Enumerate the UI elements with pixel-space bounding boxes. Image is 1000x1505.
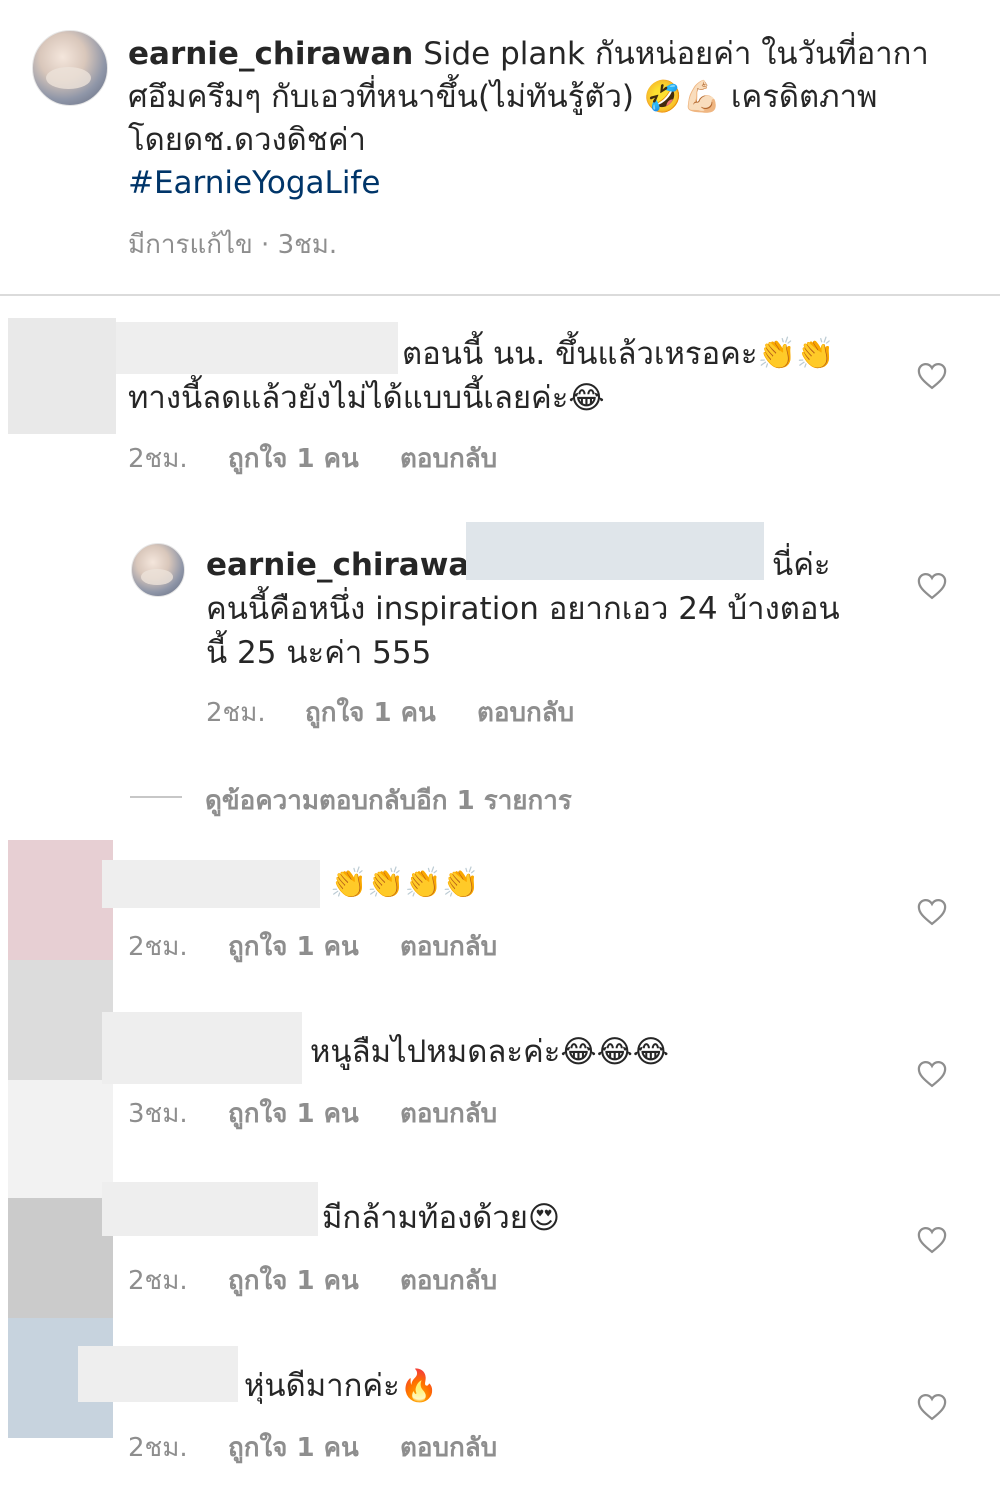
comment-6-heart-icon[interactable] (917, 1393, 947, 1421)
comment-5-line-1: มีกล้ามท้องด้วย😍 (322, 1200, 561, 1236)
reply-username[interactable]: earnie_chirawan (206, 543, 491, 587)
view-replies-button[interactable]: ดูข้อความตอบกลับอีก 1 รายการ (205, 780, 572, 821)
comment-3-reply-button[interactable]: ตอบกลับ (400, 926, 497, 967)
comment-1-time: 2ชม. (128, 444, 188, 474)
comment-4-avatar-redacted (8, 960, 113, 1080)
comment-5-username-redacted (102, 1182, 318, 1236)
comment-3-avatar-redacted (8, 840, 113, 960)
comment-3-heart-icon[interactable] (917, 898, 947, 926)
comment-1-username-redacted (116, 322, 398, 374)
comment-1-reply-button[interactable]: ตอบกลับ (400, 438, 497, 479)
comment-4-reply-button[interactable]: ตอบกลับ (400, 1093, 497, 1134)
reply-heart-icon[interactable] (917, 572, 947, 600)
comment-6-line-1: หุ่นดีมากค่ะ🔥 (244, 1368, 439, 1404)
comment-5-avatar-redacted (8, 1198, 113, 1318)
comment-6-likes[interactable]: ถูกใจ 1 คน (228, 1427, 359, 1468)
caption-line-2: ศอึมครึมๆ กับเอวที่หนาขึ้น(ไม่ทันรู้ตัว)… (128, 79, 878, 115)
comment-6-username-redacted (78, 1346, 238, 1402)
caption-line-3: โดยดช.ดวงดิชค่า (128, 122, 366, 158)
reply-line-1-suffix: นี่ค่ะ (772, 547, 831, 583)
reply-avatar[interactable] (131, 543, 185, 597)
comment-4-time: 3ชม. (128, 1099, 188, 1129)
reply-line-3: นี้ 25 นะค่า 555 (206, 635, 432, 671)
comment-1-heart-icon[interactable] (917, 362, 947, 390)
comment-1-avatar-redacted (8, 318, 116, 434)
comment-5-heart-icon[interactable] (917, 1226, 947, 1254)
comment-3-username-redacted (102, 860, 320, 908)
reply-line-2: คนนี้คือหนึ่ง inspiration อยากเอว 24 บ้า… (206, 591, 840, 627)
comment-1-likes[interactable]: ถูกใจ 1 คน (228, 438, 359, 479)
avatar-redacted-gap (8, 1080, 113, 1198)
comment-3-time: 2ชม. (128, 932, 188, 962)
comment-5-reply-button[interactable]: ตอบกลับ (400, 1260, 497, 1301)
caption-hashtag[interactable]: #EarnieYogaLife (128, 162, 968, 205)
comment-5-time: 2ชม. (128, 1266, 188, 1296)
caption-divider (0, 294, 1000, 296)
comment-4-likes[interactable]: ถูกใจ 1 คน (228, 1093, 359, 1134)
caption-text-1: Side plank กันหน่อยค่า ในวันที่อากา (423, 36, 929, 72)
comment-4-line-1: หนูลืมไปหมดละค่ะ😂😂😂 (310, 1034, 670, 1070)
reply-mention-redacted (466, 522, 764, 580)
view-replies-line (130, 796, 182, 798)
comment-4-username-redacted (102, 1012, 302, 1084)
comment-6-reply-button[interactable]: ตอบกลับ (400, 1427, 497, 1468)
comment-3-line-1: 👏👏👏👏 (330, 866, 480, 901)
comment-1-line-1: ตอนนี้ นน. ขึ้นแล้วเหรอคะ👏👏 (402, 336, 835, 372)
reply-likes[interactable]: ถูกใจ 1 คน (305, 692, 436, 733)
caption-meta: มีการแก้ไข · 3ชม. (128, 230, 338, 260)
comment-1-line-2: ทางนี้ลดแล้วยังไม่ได้แบบนี้เลยค่ะ😂 (128, 380, 605, 416)
reply-reply-button[interactable]: ตอบกลับ (477, 692, 574, 733)
caption-avatar[interactable] (32, 30, 108, 106)
comment-3-likes[interactable]: ถูกใจ 1 คน (228, 926, 359, 967)
caption-username[interactable]: earnie_chirawan (128, 36, 413, 72)
comment-5-likes[interactable]: ถูกใจ 1 คน (228, 1260, 359, 1301)
caption-block: earnie_chirawan Side plank กันหน่อยค่า ใ… (128, 33, 968, 205)
caption-line-1: earnie_chirawan Side plank กันหน่อยค่า ใ… (128, 33, 968, 76)
comment-4-heart-icon[interactable] (917, 1060, 947, 1088)
comment-6-time: 2ชม. (128, 1433, 188, 1463)
reply-time: 2ชม. (206, 698, 266, 728)
